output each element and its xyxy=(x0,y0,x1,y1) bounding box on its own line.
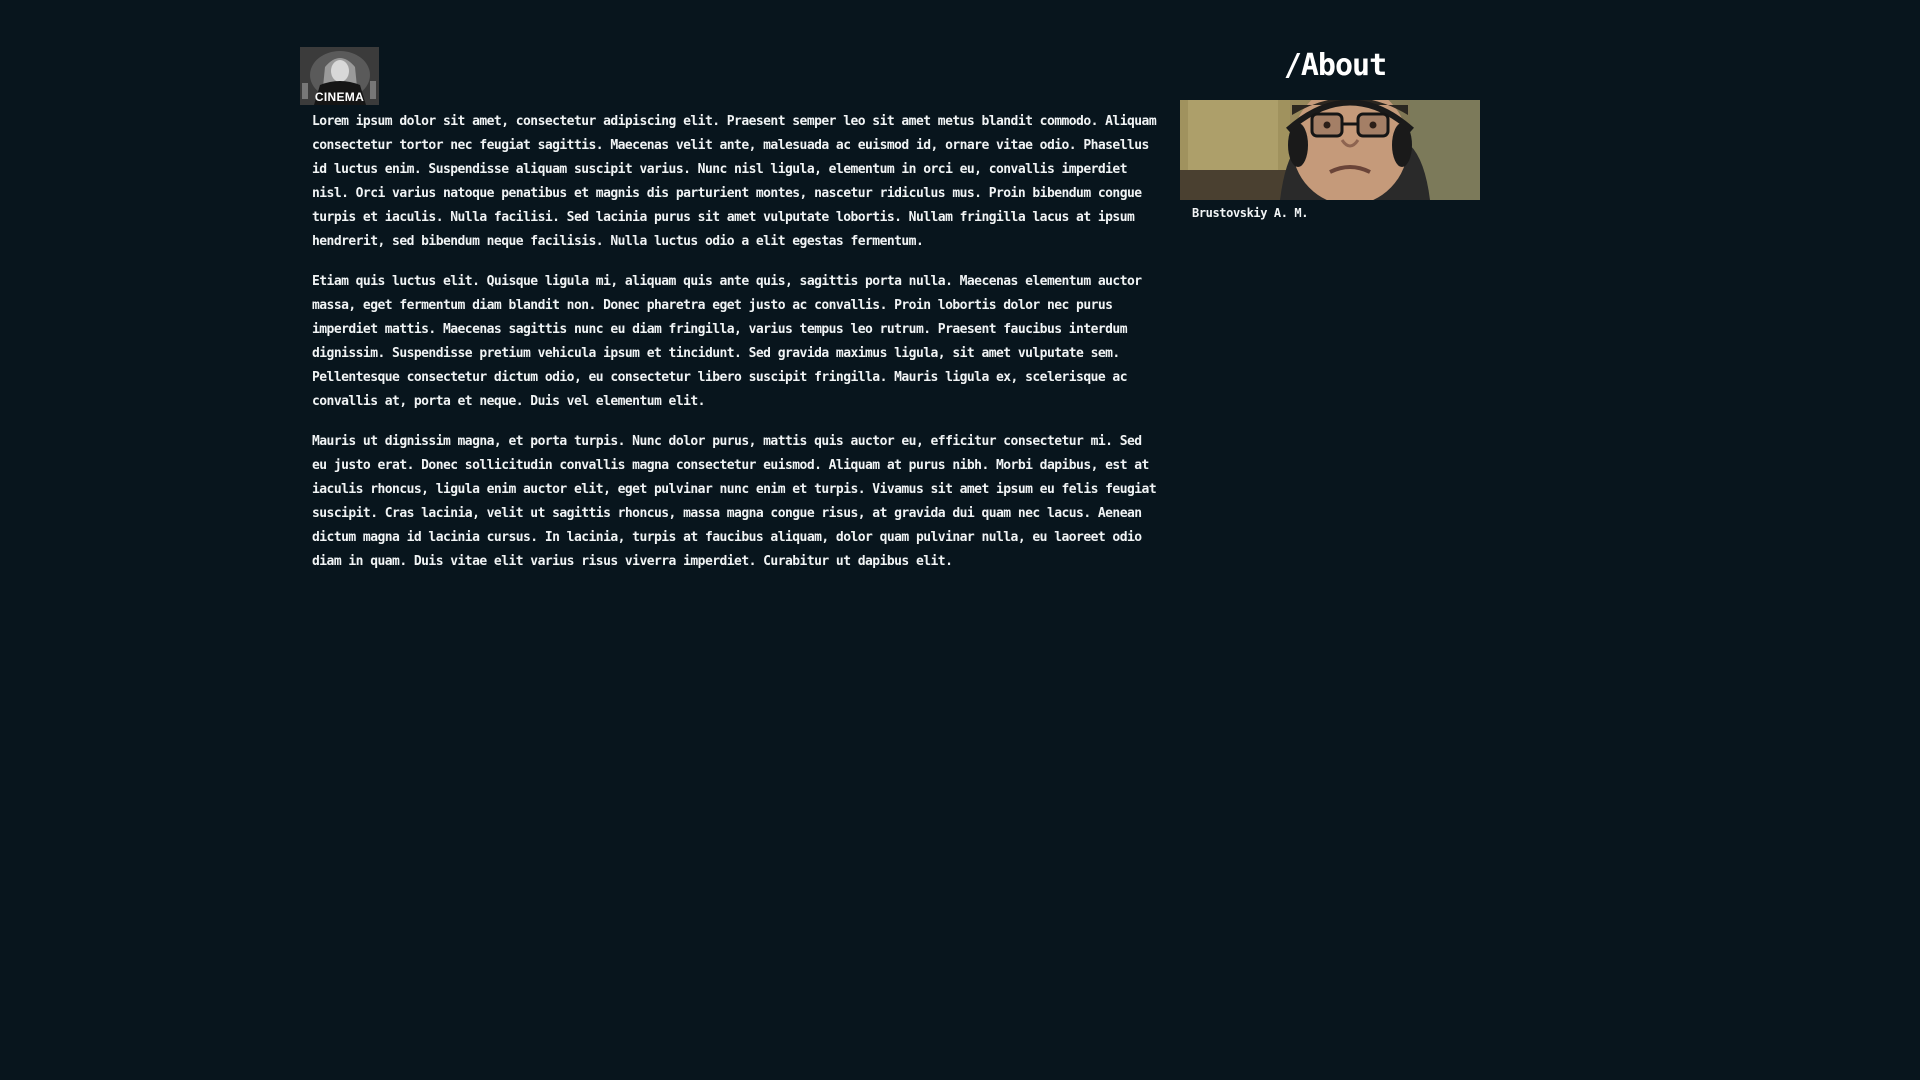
author-photo xyxy=(1180,100,1480,200)
about-content: Lorem ipsum dolor sit amet, consectetur … xyxy=(312,110,1162,590)
page-title: /About xyxy=(1283,48,1387,83)
author-name: Brustovskiy A. M. xyxy=(1192,206,1309,220)
sidebar: /About Brustovskiy A. M. xyxy=(1180,45,1480,222)
paragraph-1: Lorem ipsum dolor sit amet, consectetur … xyxy=(312,114,1157,249)
paragraph-2: Etiam quis luctus elit. Quisque ligula m… xyxy=(312,274,1142,409)
logo-caption: CINEMA xyxy=(314,90,365,104)
author-photo-image xyxy=(1180,100,1480,200)
paragraph-3: Mauris ut dignissim magna, et porta turp… xyxy=(312,434,1157,569)
cinema-logo[interactable]: CINEMA xyxy=(300,47,379,105)
